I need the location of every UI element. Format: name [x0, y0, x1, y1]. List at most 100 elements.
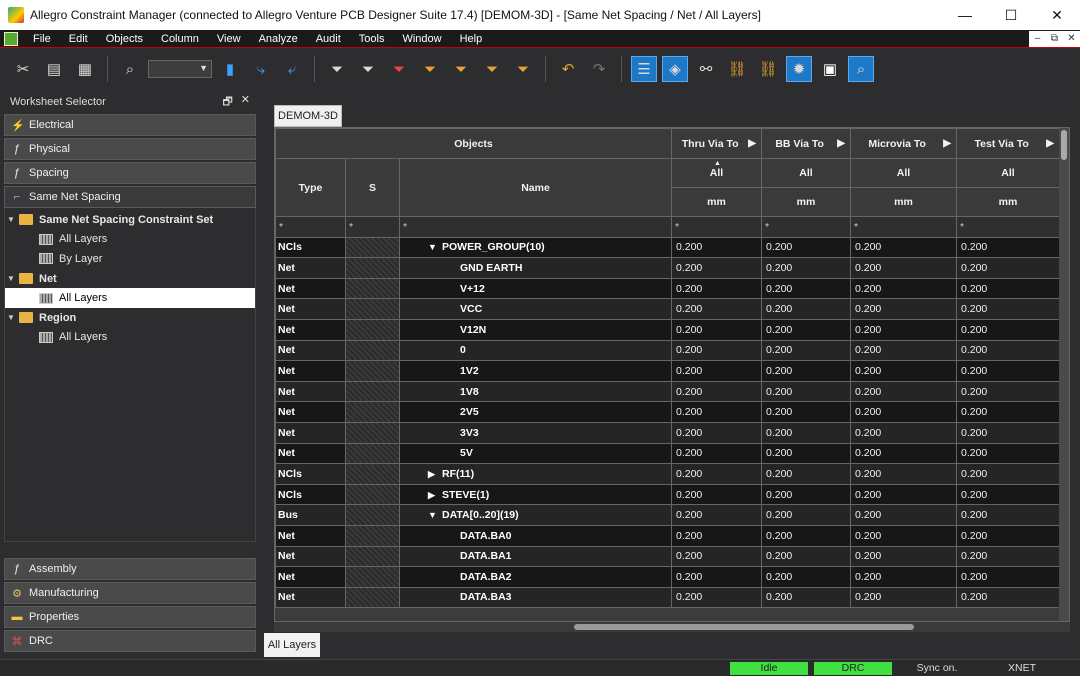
cell-value[interactable]: 0.200 — [761, 277, 851, 300]
table-row[interactable]: Net DATA.BA0 0.200 0.200 0.200 0.200 — [275, 524, 1060, 547]
cell-value[interactable]: 0.200 — [850, 586, 957, 609]
cell-name[interactable]: DATA.BA0 — [399, 524, 672, 547]
cell-value[interactable]: 0.200 — [956, 524, 1060, 547]
cell-value[interactable]: 0.200 — [671, 236, 762, 259]
table-row[interactable]: NCls ▶ STEVE(1) 0.200 0.200 0.200 0.200 — [275, 483, 1060, 506]
cell-value[interactable]: 0.200 — [671, 463, 762, 485]
tree-node-region-all-layers[interactable]: All Layers — [5, 328, 255, 348]
cell-value[interactable]: 0.200 — [761, 257, 851, 279]
link2-icon[interactable]: ⛓ — [755, 56, 781, 82]
cell-value[interactable]: 0.200 — [850, 421, 957, 444]
category-spacing[interactable]: ƒ Spacing — [4, 162, 256, 184]
cell-name[interactable]: DATA.BA1 — [399, 545, 672, 568]
close-button[interactable]: ✕ — [1034, 0, 1080, 30]
menu-edit[interactable]: Edit — [60, 33, 97, 45]
filter-error-icon[interactable]: ⏷ — [386, 56, 412, 82]
table-row[interactable]: Net GND EARTH 0.200 0.200 0.200 0.200 — [275, 257, 1060, 279]
cell-value[interactable]: 0.200 — [956, 360, 1060, 382]
filter3-icon[interactable]: ⏷ — [417, 56, 443, 82]
expand-icon[interactable]: ▼ — [5, 274, 17, 283]
cell-value[interactable]: 0.200 — [761, 360, 851, 382]
copy-icon[interactable]: ▤ — [41, 56, 67, 82]
category-physical[interactable]: ƒ Physical — [4, 138, 256, 160]
scrollbar-thumb[interactable] — [574, 624, 914, 630]
filter-type[interactable]: * — [275, 216, 346, 238]
cell-value[interactable]: 0.200 — [761, 586, 851, 609]
cell-name[interactable]: GND EARTH — [399, 257, 672, 279]
table-row[interactable]: NCls ▼ POWER_GROUP(10) 0.200 0.200 0.200 0.200 — [275, 236, 1060, 259]
horizontal-scrollbar[interactable] — [274, 622, 1070, 632]
table-row[interactable]: Net 5V 0.200 0.200 0.200 0.200 — [275, 442, 1060, 465]
cell-value[interactable]: 0.200 — [671, 504, 762, 526]
cell-value[interactable]: 0.200 — [850, 545, 957, 568]
cell-name[interactable]: 3V3 — [399, 421, 672, 444]
category-drc[interactable]: ⌘ DRC — [4, 630, 256, 652]
find-icon[interactable]: ⌕ — [117, 56, 143, 82]
panel-close-icon[interactable]: ✕ — [241, 93, 250, 112]
cell-name[interactable]: 5V — [399, 442, 672, 465]
cell-value[interactable]: 0.200 — [956, 277, 1060, 300]
cell-value[interactable]: 0.200 — [761, 504, 851, 526]
cell-value[interactable]: 0.200 — [956, 442, 1060, 465]
cell-name[interactable]: ▶ RF(11) — [399, 463, 672, 485]
cell-value[interactable]: 0.200 — [850, 257, 957, 279]
tag-icon[interactable]: ◈ — [662, 56, 688, 82]
cell-value[interactable]: 0.200 — [761, 421, 851, 444]
menu-window[interactable]: Window — [393, 33, 450, 45]
cell-name[interactable]: V12N — [399, 318, 672, 341]
cell-value[interactable]: 0.200 — [850, 524, 957, 547]
settings-icon[interactable]: ✹ — [786, 56, 812, 82]
cell-value[interactable]: 0.200 — [761, 401, 851, 423]
table-row[interactable]: Net DATA.BA1 0.200 0.200 0.200 0.200 — [275, 545, 1060, 568]
column-header-microvia[interactable]: Microvia To ▶ — [850, 128, 957, 159]
cell-value[interactable]: 0.200 — [761, 566, 851, 588]
maximize-button[interactable]: ☐ — [988, 0, 1034, 30]
cell-name[interactable]: DATA.BA3 — [399, 586, 672, 609]
filter5-icon[interactable]: ⏷ — [479, 56, 505, 82]
table-row[interactable]: NCls ▶ RF(11) 0.200 0.200 0.200 0.200 — [275, 463, 1060, 485]
table-row[interactable]: Net V12N 0.200 0.200 0.200 0.200 — [275, 318, 1060, 341]
cell-value[interactable]: 0.200 — [671, 545, 762, 568]
table-row[interactable]: Net DATA.BA2 0.200 0.200 0.200 0.200 — [275, 566, 1060, 588]
cell-value[interactable]: 0.200 — [956, 504, 1060, 526]
minimize-button[interactable]: — — [942, 0, 988, 30]
table-row[interactable]: Net 0 0.200 0.200 0.200 0.200 — [275, 339, 1060, 362]
tree-node-net-all-layers[interactable]: All Layers — [5, 288, 255, 308]
cell-value[interactable]: 0.200 — [850, 401, 957, 423]
bookmark-next-icon[interactable]: ⤷ — [248, 56, 274, 82]
cell-value[interactable]: 0.200 — [671, 339, 762, 362]
cell-name[interactable]: V+12 — [399, 277, 672, 300]
cell-name[interactable]: 0 — [399, 339, 672, 362]
report-icon[interactable]: ▣ — [817, 56, 843, 82]
table-row[interactable]: Net 1V8 0.200 0.200 0.200 0.200 — [275, 380, 1060, 403]
cell-value[interactable]: 0.200 — [956, 318, 1060, 341]
column-header-bb-via[interactable]: BB Via To ▶ — [761, 128, 851, 159]
filter-test-via[interactable]: * — [956, 216, 1060, 238]
category-same-net-spacing[interactable]: ⌐ Same Net Spacing — [4, 186, 256, 208]
tree-node-region[interactable]: ▼ Region — [5, 308, 255, 328]
filter4-icon[interactable]: ⏷ — [448, 56, 474, 82]
cell-value[interactable]: 0.200 — [761, 236, 851, 259]
menu-analyze[interactable]: Analyze — [250, 33, 307, 45]
sheet-icon[interactable]: ☰ — [631, 56, 657, 82]
cell-value[interactable]: 0.200 — [850, 463, 957, 485]
pin-icon[interactable]: 🗗 — [222, 93, 232, 112]
cell-value[interactable]: 0.200 — [671, 442, 762, 465]
category-assembly[interactable]: ƒ Assembly — [4, 558, 256, 580]
filter-name[interactable]: * — [399, 216, 672, 238]
cell-value[interactable]: 0.200 — [671, 380, 762, 403]
bookmark-icon[interactable]: ▮ — [217, 56, 243, 82]
cell-value[interactable]: 0.200 — [671, 360, 762, 382]
menu-tools[interactable]: Tools — [350, 33, 394, 45]
s-header[interactable]: S — [345, 158, 400, 217]
table-row[interactable]: Net V+12 0.200 0.200 0.200 0.200 — [275, 277, 1060, 300]
table-row[interactable]: Bus ▼ DATA[0..20](19) 0.200 0.200 0.200 0.200 — [275, 504, 1060, 526]
cell-value[interactable]: 0.200 — [761, 380, 851, 403]
filter-s[interactable]: * — [345, 216, 400, 238]
cell-value[interactable]: 0.200 — [850, 483, 957, 506]
cell-value[interactable]: 0.200 — [956, 380, 1060, 403]
menu-audit[interactable]: Audit — [307, 33, 350, 45]
cell-value[interactable]: 0.200 — [850, 442, 957, 465]
cell-value[interactable]: 0.200 — [956, 586, 1060, 609]
expand-column-icon[interactable]: ▶ — [1046, 138, 1054, 149]
